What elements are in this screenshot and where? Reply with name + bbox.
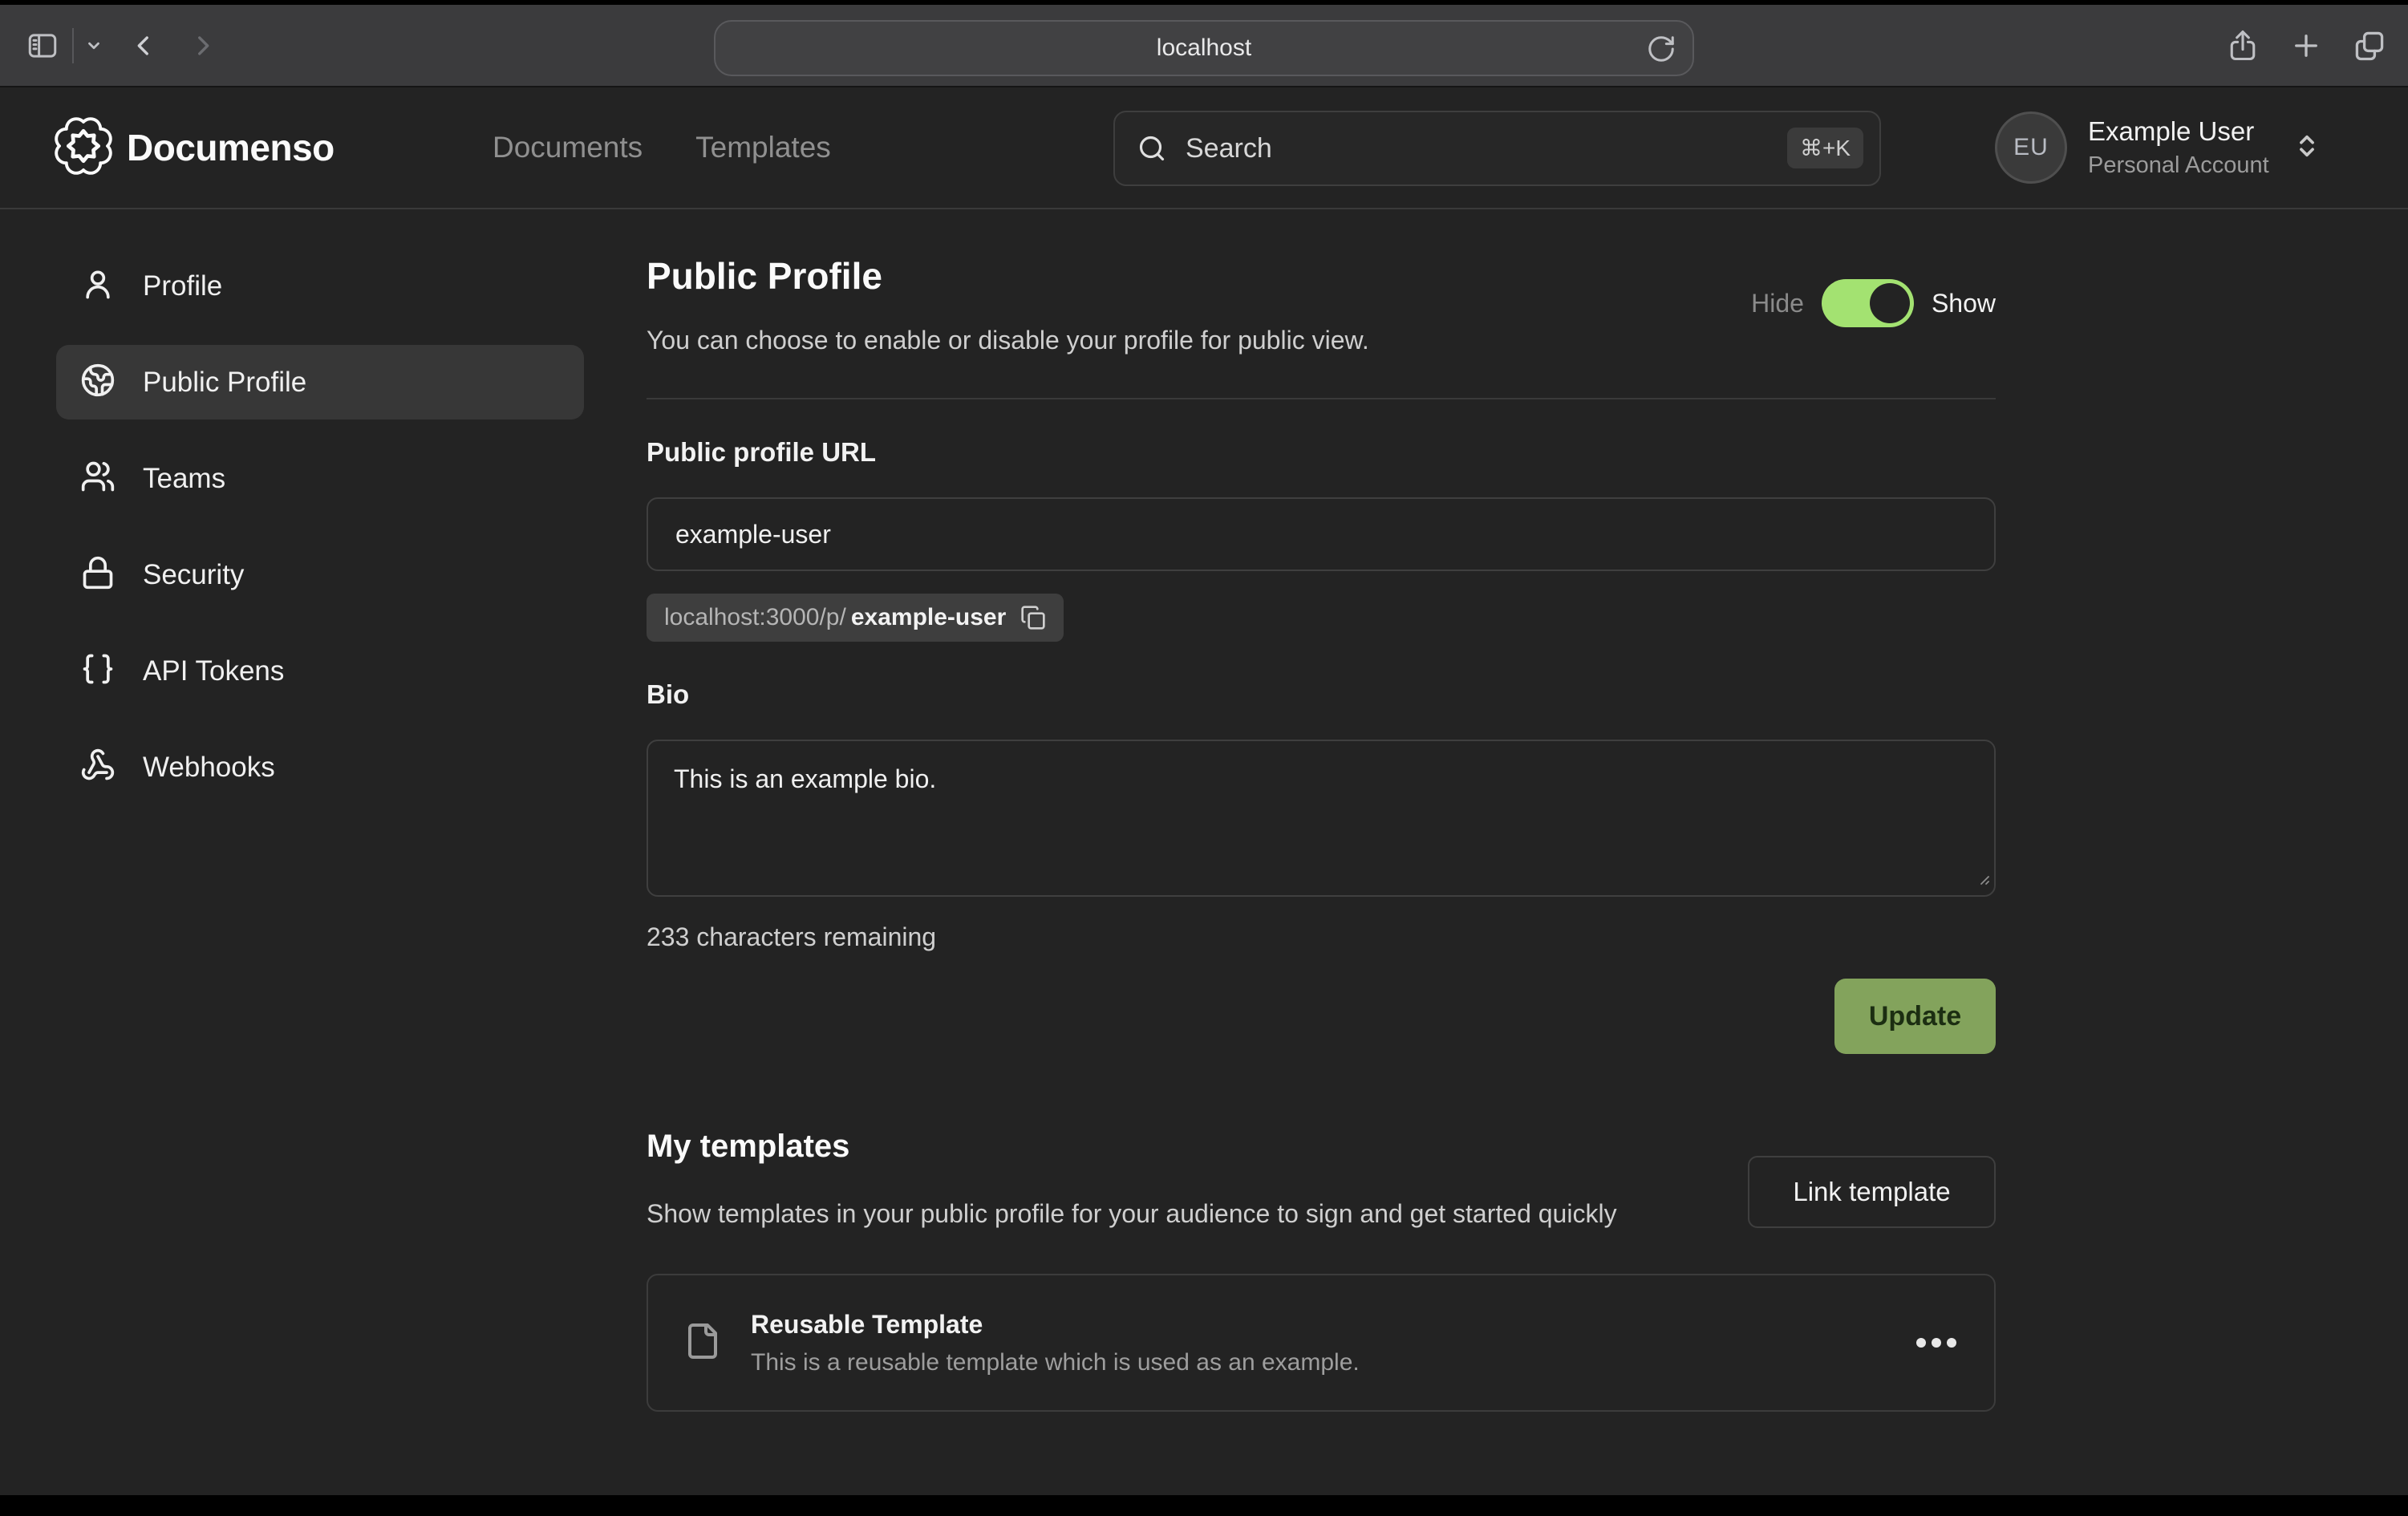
user-account-type: Personal Account [2088,152,2269,179]
back-button-icon[interactable] [130,30,157,62]
toggle-hide-label: Hide [1751,289,1804,318]
sidebar-item-public-profile[interactable]: Public Profile [56,345,584,420]
nav-documents[interactable]: Documents [493,131,643,164]
bio-textarea[interactable]: This is an example bio. [647,740,1996,897]
refresh-icon[interactable] [1646,34,1676,64]
update-button[interactable]: Update [1834,979,1996,1054]
share-icon[interactable] [2225,26,2260,65]
new-tab-icon[interactable] [2289,29,2323,63]
search-placeholder: Search [1186,133,1272,164]
sidebar-item-api-tokens[interactable]: API Tokens [56,634,584,708]
profile-url-input[interactable] [647,497,1996,571]
avatar: EU [1995,111,2067,184]
forward-button-icon[interactable] [189,30,217,62]
globe-icon [80,363,116,402]
app-body: Profile Public Profile Teams Security AP… [0,211,2408,1495]
template-card[interactable]: Reusable Template This is a reusable tem… [647,1274,1996,1412]
sidebar-item-webhooks[interactable]: Webhooks [56,730,584,805]
address-bar[interactable]: localhost [714,20,1694,76]
file-icon [683,1319,722,1368]
sidebar-toggle-icon[interactable] [24,29,61,63]
profile-visibility-toggle[interactable] [1822,279,1914,327]
copy-icon[interactable] [1020,605,1046,630]
ellipsis-menu-icon[interactable] [1914,1331,1959,1355]
my-templates-description: Show templates in your public profile fo… [647,1194,1737,1234]
profile-url-preview: localhost:3000/p/ example-user [647,594,1064,642]
sidebar-item-security[interactable]: Security [56,537,584,612]
user-menu[interactable]: EU Example User Personal Account [1995,87,2321,208]
brand[interactable]: Documenso [55,87,334,208]
search-shortcut-badge: ⌘+K [1787,128,1863,168]
app-header: Documenso Documents Templates Search ⌘+K… [0,87,2408,209]
resize-grip-icon[interactable] [1972,867,1991,890]
toggle-thumb [1870,283,1910,323]
sidebar-item-teams[interactable]: Teams [56,441,584,516]
brand-name: Documenso [127,126,334,169]
chevrons-up-down-icon [2293,132,2321,164]
page-subtitle: You can choose to enable or disable your… [647,324,1996,356]
settings-sidebar: Profile Public Profile Teams Security AP… [56,249,584,826]
users-icon [80,459,116,498]
sidebar-item-profile[interactable]: Profile [56,249,584,323]
section-divider [647,398,1996,399]
bio-label: Bio [647,679,1996,711]
link-template-button[interactable]: Link template [1748,1156,1996,1228]
address-bar-url[interactable]: localhost [1157,34,1251,62]
screen-bottom-edge [0,1495,2408,1516]
template-title: Reusable Template [751,1310,1914,1340]
toggle-show-label: Show [1932,289,1996,318]
braces-icon [80,651,116,691]
lock-icon [80,555,116,594]
main-content: Public Profile You can choose to enable … [647,255,1996,1412]
template-description: This is a reusable template which is use… [751,1349,1914,1376]
search-input[interactable]: Search ⌘+K [1113,111,1881,186]
characters-remaining: 233 characters remaining [647,921,1996,953]
profile-url-label: Public profile URL [647,436,1996,468]
search-icon [1137,134,1166,163]
screen: localhost Documen [0,0,2408,1516]
sidebar-chevron-down-icon[interactable] [85,37,103,55]
user-name: Example User [2088,116,2269,147]
profile-url-slug: example-user [851,604,1006,631]
user-icon [80,266,116,306]
browser-toolbar: localhost [0,5,2408,87]
nav-templates[interactable]: Templates [695,131,831,164]
top-nav: Documents Templates [493,87,831,208]
profile-url-prefix: localhost:3000/p/ [664,604,846,631]
documenso-logo-icon [55,117,112,179]
tab-overview-icon[interactable] [2352,28,2387,63]
webhook-icon [80,748,116,787]
toolbar-divider [72,28,74,63]
